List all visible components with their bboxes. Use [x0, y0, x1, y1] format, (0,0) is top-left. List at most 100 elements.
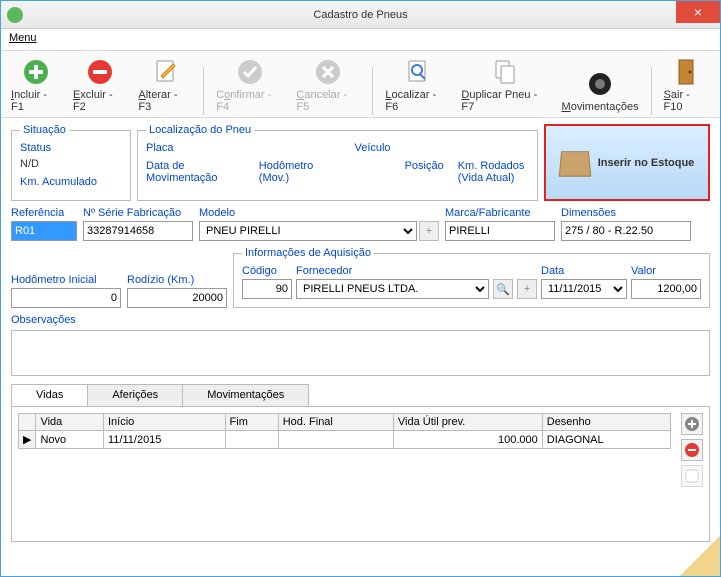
situacao-legend: Situação [20, 124, 69, 136]
row-selector-header [19, 414, 36, 431]
grid-actions [681, 413, 703, 487]
fornecedor-search-button[interactable]: 🔍 [493, 279, 513, 299]
localizacao-legend: Localização do Pneu [146, 124, 254, 136]
fornecedor-select[interactable]: PIRELLI PNEUS LTDA. [296, 279, 489, 299]
toolbar-separator [203, 67, 204, 115]
search-icon [402, 57, 432, 87]
tab-vidas[interactable]: Vidas [11, 384, 88, 406]
referencia-label: Referência [11, 207, 77, 219]
veiculo-label[interactable]: Veículo [354, 142, 390, 154]
placa-label[interactable]: Placa [146, 142, 245, 154]
status-value: N/D [20, 158, 122, 170]
posicao-label[interactable]: Posição [405, 160, 444, 184]
door-icon [672, 57, 702, 87]
titlebar: Cadastro de Pneus × [1, 1, 720, 29]
aquisicao-fieldset: Informações de Aquisição Código Forneced… [233, 247, 710, 308]
referencia-input[interactable] [11, 221, 77, 241]
cell-vida[interactable]: Novo [36, 431, 104, 449]
cell-inicio[interactable]: 11/11/2015 [104, 431, 226, 449]
edit-icon [150, 57, 180, 87]
grid-add-button[interactable] [681, 413, 703, 435]
data-mov-label[interactable]: Data de Movimentação [146, 160, 245, 184]
cell-fim[interactable] [225, 431, 278, 449]
dimensoes-input [561, 221, 691, 241]
data-input[interactable]: 11/11/2015 [541, 279, 627, 299]
cancel-icon [313, 57, 343, 87]
table-row[interactable]: ▶ Novo 11/11/2015 100.000 DIAGONAL [19, 431, 671, 449]
excluir-button[interactable]: Excluir - F2 [69, 55, 130, 115]
observacoes-input[interactable] [11, 330, 710, 376]
nserie-label: Nº Série Fabricação [83, 207, 193, 219]
sair-button[interactable]: Sair - F10 [660, 55, 714, 115]
window: Cadastro de Pneus × Menu Incluir - F1 Ex… [0, 0, 721, 577]
inserir-estoque-label: Inserir no Estoque [598, 157, 695, 169]
close-button[interactable]: × [676, 1, 720, 23]
nserie-input[interactable] [83, 221, 193, 241]
codigo-label: Código [242, 265, 292, 277]
incluir-button[interactable]: Incluir - F1 [7, 55, 65, 115]
rodizio-label: Rodízio (Km.) [127, 274, 227, 286]
check-icon [235, 57, 265, 87]
modelo-add-button[interactable]: + [419, 221, 439, 241]
toolbar-separator [651, 67, 652, 115]
duplicate-icon [490, 57, 520, 87]
window-title: Cadastro de Pneus [1, 9, 720, 21]
inserir-estoque-button[interactable]: Inserir no Estoque [544, 124, 710, 201]
observacoes-label: Observações [11, 314, 710, 326]
fornecedor-label: Fornecedor [296, 265, 489, 277]
hodometro-inicial-input[interactable] [11, 288, 121, 308]
confirmar-button: Confirmar - F4 [212, 55, 288, 115]
tabs: Vidas Aferições Movimentações [11, 384, 710, 406]
valor-label: Valor [631, 265, 701, 277]
col-fim[interactable]: Fim [225, 414, 278, 431]
situacao-fieldset: Situação Status N/D Km. Acumulado [11, 124, 131, 201]
localizacao-fieldset: Localização do Pneu Placa Veículo Data d… [137, 124, 538, 201]
col-vida[interactable]: Vida [36, 414, 104, 431]
hodometro-inicial-label: Hodômetro Inicial [11, 274, 121, 286]
box-icon [558, 151, 591, 176]
menubar: Menu [1, 29, 720, 51]
row-indicator: ▶ [19, 431, 36, 449]
movimentacoes-button[interactable]: Movimentações [558, 67, 643, 115]
cell-desenho[interactable]: DIAGONAL [542, 431, 670, 449]
valor-input[interactable] [631, 279, 701, 299]
alterar-button[interactable]: Alterar - F3 [134, 55, 195, 115]
page-corner-icon [680, 536, 720, 576]
modelo-select[interactable]: PNEU PIRELLI [199, 221, 417, 241]
tab-afericoes[interactable]: Aferições [87, 384, 183, 406]
tab-panel: Vida Início Fim Hod. Final Vida Útil pre… [11, 406, 710, 542]
marca-input [445, 221, 555, 241]
hodometro-mov-label[interactable]: Hodômetro (Mov.) [259, 160, 341, 184]
km-acumulado-label[interactable]: Km. Acumulado [20, 176, 122, 188]
vidas-grid[interactable]: Vida Início Fim Hod. Final Vida Útil pre… [18, 413, 671, 449]
aquisicao-legend: Informações de Aquisição [242, 247, 374, 259]
tire-icon [585, 69, 615, 99]
plus-icon [21, 57, 51, 87]
rodizio-input[interactable] [127, 288, 227, 308]
cell-vidautil[interactable]: 100.000 [393, 431, 542, 449]
tab-movimentacoes[interactable]: Movimentações [182, 384, 309, 406]
content: Situação Status N/D Km. Acumulado Locali… [1, 118, 720, 546]
duplicar-button[interactable]: Duplicar Pneu - F7 [457, 55, 553, 115]
localizar-button[interactable]: Localizar - F6 [381, 55, 453, 115]
km-rodados-label[interactable]: Km. Rodados (Vida Atual) [458, 160, 529, 184]
modelo-label: Modelo [199, 207, 439, 219]
cell-hodfinal[interactable] [278, 431, 393, 449]
toolbar: Incluir - F1 Excluir - F2 Alterar - F3 C… [1, 51, 720, 118]
fornecedor-add-button[interactable]: + [517, 279, 537, 299]
cancelar-button: Cancelar - F5 [292, 55, 364, 115]
col-hodfinal[interactable]: Hod. Final [278, 414, 393, 431]
codigo-input[interactable] [242, 279, 292, 299]
col-inicio[interactable]: Início [104, 414, 226, 431]
col-vidautil[interactable]: Vida Útil prev. [393, 414, 542, 431]
grid-edit-button[interactable] [681, 465, 703, 487]
toolbar-separator [372, 67, 373, 115]
marca-label: Marca/Fabricante [445, 207, 555, 219]
data-label: Data [541, 265, 627, 277]
grid-remove-button[interactable] [681, 439, 703, 461]
status-label[interactable]: Status [20, 142, 122, 154]
menu-item[interactable]: Menu [9, 32, 37, 44]
col-desenho[interactable]: Desenho [542, 414, 670, 431]
dimensoes-label: Dimensões [561, 207, 691, 219]
minus-icon [85, 57, 115, 87]
